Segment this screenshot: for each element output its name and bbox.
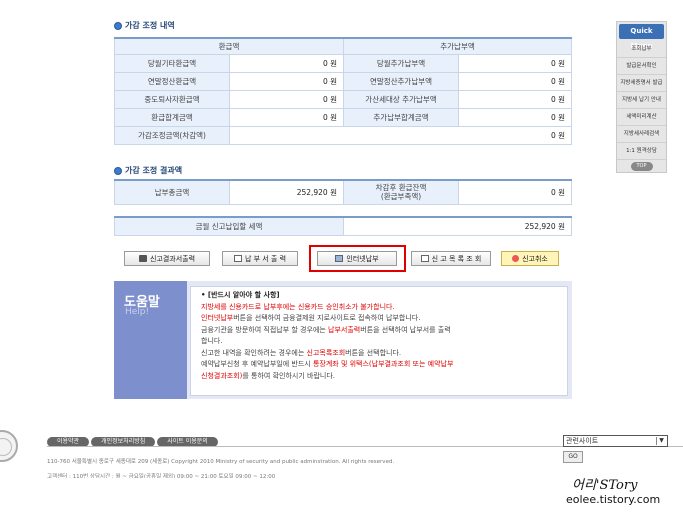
report-list-button[interactable]: 신 고 목 록 조 회 [411,251,491,266]
help-line: 예약납부신청 후 예약납부일에 반드시 통장계좌 및 위택스(납부결과조회 또는… [201,360,454,368]
watermark-title: 어리'STory [572,478,638,493]
go-button[interactable]: GO [563,451,583,463]
monthly-tax-table: 금월 신고납입할 세액 252,920 원 [114,216,572,236]
adjust-amount-label: 가감조정금액(차감액) [114,125,230,145]
section-title-adjustment: 가감 조정 내역 [114,20,175,31]
adjust-amount-value: 0 원 [229,125,572,145]
help-line: 지방세를 신용카드로 납부후에는 신용카드 승인취소가 불가합니다. [201,302,395,311]
quick-menu-item[interactable]: 지방세 납기 안내 [617,92,666,109]
help-line: 금융기관을 방문하여 직접납부 할 경우에는 납부서출력버튼을 선택하여 납부서… [201,325,451,334]
cancel-report-button[interactable]: 신고취소 [501,251,559,266]
bullet-icon [114,21,122,30]
internet-pay-highlight [309,245,406,272]
help-box: 도움말 Help! • [반드시 알아야 할 사항] 지방세를 신용카드로 납부… [114,281,572,399]
quick-menu-item[interactable]: 발급문서확인 [617,58,666,75]
document-search-icon [420,255,429,262]
refund-header: 환급액 [114,37,344,55]
quick-menu-item[interactable]: 지방세사례검색 [617,126,666,143]
footer-contact: 고객센터 : 110번 상담시간 : 월 ~ 금요일(공휴일 제외) 09:00… [47,474,276,478]
section-title-result: 가감 조정 결과액 [114,165,182,176]
quick-menu-item[interactable]: 지방세증명서 발급 [617,75,666,92]
help-subtitle: Help! [125,307,150,317]
chevron-down-icon: ▼ [656,437,666,445]
printer-icon [138,255,147,262]
table-row: 금월 신고납입할 세액 252,920 원 [114,216,572,236]
table-row: 당월기타환급액 0 원 당월추가납부액 0 원 [114,53,572,73]
help-sidebar: 도움말 Help! [114,281,187,399]
help-line: 신고한 내역을 확인하려는 경우에는 신고목록조회버튼을 선택합니다. [201,348,402,357]
help-content: • [반드시 알아야 할 사항] 지방세를 신용카드로 납부후에는 신용카드 승… [190,286,568,396]
help-heading: • [반드시 알아야 할 사항] [201,291,280,299]
print-result-button[interactable]: 신고결과서출력 [124,251,210,266]
quick-menu-item[interactable]: 조회납부 [617,41,666,58]
balance-label: 차감후 환급잔액 (환급부족액) [343,179,459,205]
table-row: 중도퇴사자환급액 0 원 가산세대상 추가납부액 0 원 [114,89,572,109]
help-line: 인터넷납부버튼을 선택하여 금융결제원 지로사이트로 접속하여 납부합니다. [201,314,421,322]
print-payment-button[interactable]: 납 부 서 출 력 [222,251,298,266]
quick-menu-item[interactable]: 1:1 원격상담 [617,143,666,160]
table-row: 가감조정금액(차감액) 0 원 [114,125,572,145]
additional-payment-header: 추가납부액 [343,37,572,55]
government-seal-icon [0,430,18,462]
bullet-icon [114,166,122,175]
watermark-url: eolee.tistory.com [566,493,661,506]
quick-menu-item[interactable]: 세액미리계산 [617,109,666,126]
table-row: 환급합계금액 0 원 추가납부합계금액 0 원 [114,107,572,127]
related-sites-select[interactable]: 관련사이트 ▼ [563,435,668,447]
result-table: 납부총금액 252,920 원 차감후 환급잔액 (환급부족액) 0 원 [114,179,572,205]
help-line: 신청결과조회)를 통하여 확인하시기 바랍니다. [201,371,335,380]
balance-value: 0 원 [458,179,572,205]
top-button[interactable]: TOP [630,162,653,171]
monthly-tax-label: 금월 신고납입할 세액 [114,216,344,236]
help-line: 합니다. [201,337,223,345]
cancel-icon [512,255,520,262]
quick-menu-title: Quick Menu [619,24,664,50]
table-row: 납부총금액 252,920 원 차감후 환급잔액 (환급부족액) 0 원 [114,179,572,205]
footer-address: 110-760 서울특별시 종로구 세종대로 209 (세종로) Copyrig… [47,459,395,465]
document-icon [233,255,242,262]
total-payment-label: 납부총금액 [114,179,230,205]
monthly-tax-value: 252,920 원 [343,216,572,236]
adjustment-table: 환급액 추가납부액 당월기타환급액 0 원 당월추가납부액 0 원 연말정산환급… [114,37,572,145]
total-payment-value: 252,920 원 [229,179,344,205]
quick-menu: Quick Menu 조회납부 발급문서확인 지방세증명서 발급 지방세 납기 … [616,21,667,173]
table-row: 연말정산환급액 0 원 연말정산추가납부액 0 원 [114,71,572,91]
